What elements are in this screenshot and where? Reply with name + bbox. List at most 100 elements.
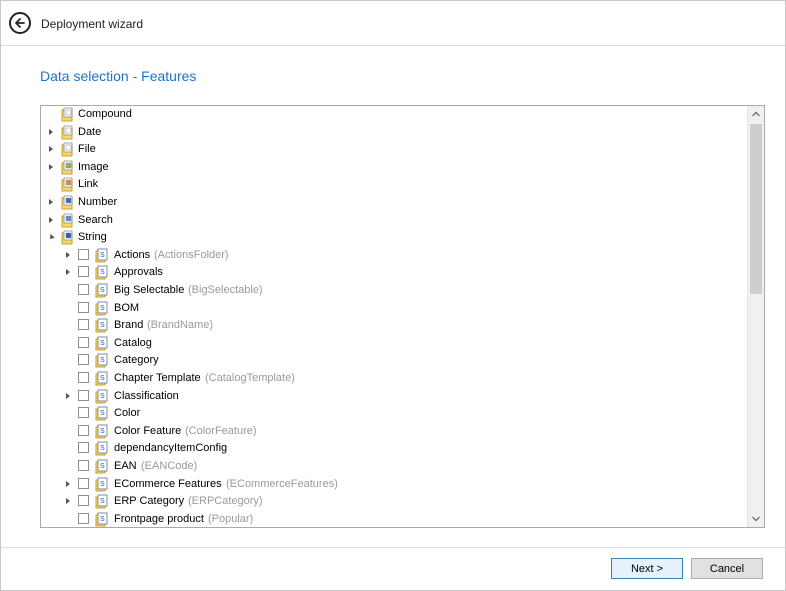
tree-node-link[interactable]: Link bbox=[41, 176, 741, 193]
wizard-header: Deployment wizard bbox=[1, 1, 785, 46]
row-checkbox[interactable] bbox=[78, 407, 89, 419]
row-system-name: (EANCode) bbox=[141, 460, 198, 472]
scroll-up-button[interactable] bbox=[748, 106, 764, 123]
tree-node-compound[interactable]: Compound bbox=[41, 106, 741, 123]
tree-node-string-child[interactable]: S ERP Category (ERPCategory) bbox=[41, 493, 741, 510]
tree-node-date[interactable]: Date bbox=[41, 124, 741, 141]
row-checkbox[interactable] bbox=[78, 319, 89, 331]
string-feature-icon: S bbox=[95, 248, 109, 263]
string-feature-icon: S bbox=[95, 301, 109, 316]
row-system-name: (BigSelectable) bbox=[188, 284, 263, 296]
row-label: Compound bbox=[78, 108, 132, 120]
svg-text:S: S bbox=[100, 375, 105, 382]
row-label: EAN bbox=[114, 460, 137, 472]
expand-arrow-icon[interactable] bbox=[46, 194, 56, 211]
row-checkbox[interactable] bbox=[78, 372, 89, 383]
tree-node-string-child[interactable]: S Catalog bbox=[41, 335, 741, 352]
row-system-name: (BrandName) bbox=[147, 319, 214, 332]
scroll-thumb[interactable] bbox=[750, 124, 762, 294]
expand-arrow-icon[interactable] bbox=[46, 141, 56, 158]
tree-node-search[interactable]: Search bbox=[41, 212, 741, 229]
row-checkbox[interactable] bbox=[78, 266, 89, 278]
expand-arrow-icon[interactable] bbox=[46, 212, 56, 229]
image-icon bbox=[61, 160, 75, 175]
row-label: Image bbox=[78, 160, 109, 173]
expand-arrow-icon[interactable] bbox=[63, 388, 73, 405]
row-checkbox[interactable] bbox=[78, 284, 89, 295]
back-button[interactable] bbox=[9, 12, 31, 34]
tree-node-string[interactable]: String bbox=[41, 229, 741, 246]
tree-node-string-child[interactable]: S EAN (EANCode) bbox=[41, 458, 741, 475]
row-label: BOM bbox=[114, 301, 140, 314]
back-arrow-icon bbox=[15, 18, 25, 28]
row-checkbox[interactable] bbox=[78, 354, 89, 366]
tree-node-string-child[interactable]: S Classification bbox=[41, 388, 741, 405]
expand-arrow-icon[interactable] bbox=[63, 247, 73, 264]
feature-tree[interactable]: Compound Date File Image Link Number Search Str… bbox=[40, 105, 765, 528]
expanded-arrow-icon[interactable] bbox=[46, 229, 56, 246]
row-label: Link bbox=[78, 178, 99, 191]
tree-node-string-child[interactable]: S Big Selectable (BigSelectable) bbox=[41, 282, 741, 299]
tree-node-string-child[interactable]: S ECommerce Features (ECommerceFeatures) bbox=[41, 476, 741, 493]
row-checkbox[interactable] bbox=[78, 336, 89, 348]
date-icon bbox=[61, 125, 75, 140]
row-label: ERP Category bbox=[114, 495, 185, 508]
row-system-name: (ActionsFolder) bbox=[154, 248, 229, 261]
row-checkbox[interactable] bbox=[78, 460, 89, 471]
row-label: String bbox=[78, 231, 107, 244]
row-checkbox[interactable] bbox=[78, 248, 89, 260]
row-checkbox[interactable] bbox=[78, 389, 89, 401]
tree-node-string-child[interactable]: SdependancyItemConfig bbox=[41, 440, 741, 457]
row-checkbox[interactable] bbox=[78, 301, 89, 313]
tree-node-string-child[interactable]: S Approvals bbox=[41, 264, 741, 281]
vertical-scrollbar[interactable] bbox=[747, 106, 764, 527]
svg-text:S: S bbox=[100, 498, 105, 505]
tree-node-string-child[interactable]: S Brand (BrandName) bbox=[41, 317, 741, 334]
row-label: Actions bbox=[114, 248, 151, 261]
svg-text:S: S bbox=[100, 393, 105, 400]
expand-arrow-icon[interactable] bbox=[46, 159, 56, 176]
string-icon bbox=[61, 230, 75, 245]
row-label: Color bbox=[114, 407, 141, 420]
row-system-name: (ECommerceFeatures) bbox=[226, 477, 338, 490]
row-checkbox[interactable] bbox=[78, 477, 89, 489]
tree-node-file[interactable]: File bbox=[41, 141, 741, 158]
page-title: Data selection - Features bbox=[40, 68, 197, 84]
tree-node-string-child[interactable]: S Color Feature (ColorFeature) bbox=[41, 423, 741, 440]
tree-node-image[interactable]: Image bbox=[41, 159, 741, 176]
chevron-down-icon bbox=[752, 516, 760, 522]
row-checkbox[interactable] bbox=[78, 442, 89, 454]
row-checkbox[interactable] bbox=[78, 495, 89, 507]
tree-node-string-child[interactable]: S Chapter Template (CatalogTemplate) bbox=[41, 370, 741, 387]
string-feature-icon: S bbox=[95, 336, 109, 351]
next-button[interactable]: Next > bbox=[611, 558, 683, 579]
row-checkbox[interactable] bbox=[78, 512, 89, 524]
svg-text:S: S bbox=[100, 410, 105, 417]
tree-node-string-child[interactable]: S Actions (ActionsFolder) bbox=[41, 247, 741, 264]
row-checkbox[interactable] bbox=[78, 424, 89, 436]
row-label: Big Selectable bbox=[114, 284, 185, 296]
link-icon bbox=[61, 177, 75, 192]
string-feature-icon: S bbox=[95, 459, 109, 474]
chevron-up-icon bbox=[752, 111, 760, 117]
row-label: Number bbox=[78, 196, 118, 208]
tree-node-string-child[interactable]: S Frontpage product (Popular) bbox=[41, 511, 741, 527]
tree-node-number[interactable]: Number bbox=[41, 194, 741, 211]
svg-text:S: S bbox=[100, 516, 105, 523]
string-feature-icon: S bbox=[95, 441, 109, 456]
svg-text:S: S bbox=[100, 305, 105, 312]
tree-node-string-child[interactable]: S BOM bbox=[41, 300, 741, 317]
string-feature-icon: S bbox=[95, 389, 109, 404]
cancel-button[interactable]: Cancel bbox=[691, 558, 763, 579]
expand-arrow-icon[interactable] bbox=[63, 264, 73, 281]
tree-node-string-child[interactable]: S Category bbox=[41, 352, 741, 369]
svg-text:S: S bbox=[100, 322, 105, 329]
expand-arrow-icon[interactable] bbox=[63, 476, 73, 493]
scroll-down-button[interactable] bbox=[748, 510, 764, 527]
expand-arrow-icon[interactable] bbox=[63, 493, 73, 510]
expand-arrow-icon[interactable] bbox=[46, 124, 56, 141]
row-label: Brand bbox=[114, 319, 144, 332]
tree-node-string-child[interactable]: S Color bbox=[41, 405, 741, 422]
row-system-name: (Popular) bbox=[208, 512, 254, 525]
string-feature-icon: S bbox=[95, 283, 109, 298]
